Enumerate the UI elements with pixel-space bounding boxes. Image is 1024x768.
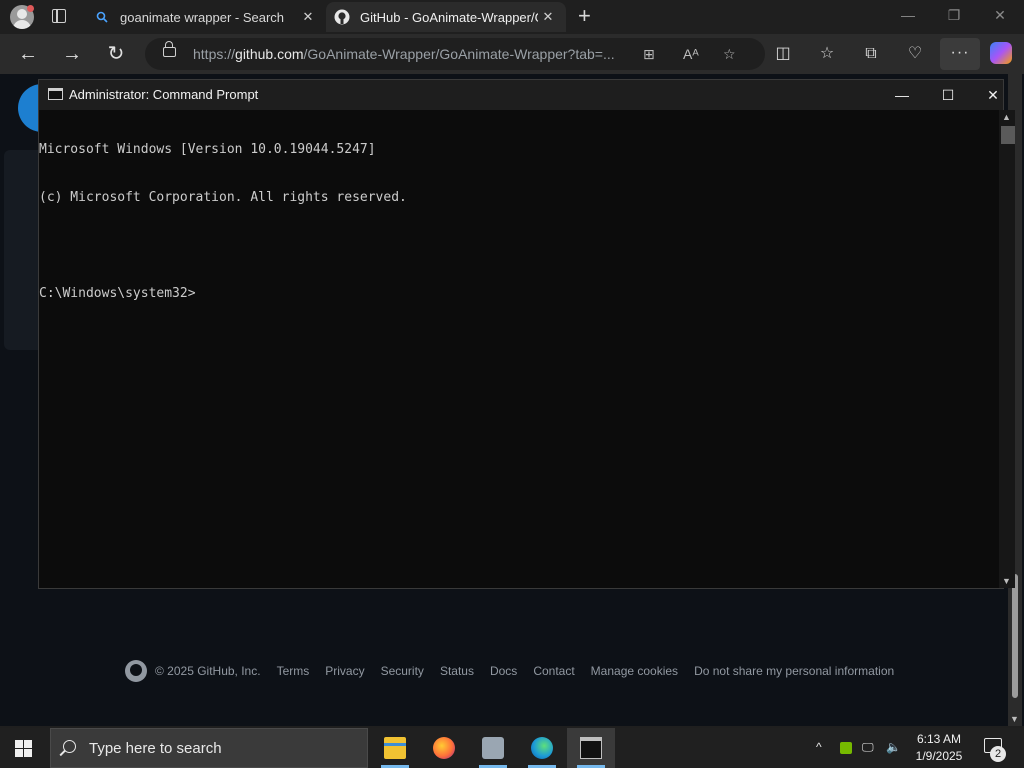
cmd-minimize-button[interactable]: — [889, 84, 915, 106]
scroll-down-icon[interactable]: ▼ [1010, 714, 1019, 724]
footer-link-do-not-share[interactable]: Do not share my personal information [694, 664, 894, 678]
terminal-icon [580, 737, 602, 759]
footer-link-manage-cookies[interactable]: Manage cookies [591, 664, 678, 678]
tab-search[interactable]: goanimate wrapper - Search ✕ [86, 2, 326, 32]
footer-link-docs[interactable]: Docs [490, 664, 517, 678]
cmd-title-bar[interactable]: Administrator: Command Prompt — ☐ ✕ [39, 80, 1003, 110]
scroll-down-icon[interactable]: ▼ [1002, 576, 1011, 586]
footer-link-terms[interactable]: Terms [277, 664, 310, 678]
cmd-close-button[interactable]: ✕ [980, 84, 1006, 106]
read-aloud-icon[interactable]: Aᴬ [683, 46, 699, 62]
footer-link-contact[interactable]: Contact [533, 664, 574, 678]
browser-tab-bar: goanimate wrapper - Search ✕ GitHub - Go… [0, 0, 1024, 34]
taskbar-file-explorer[interactable] [371, 728, 419, 768]
search-placeholder: Type here to search [89, 740, 222, 757]
show-hidden-icons-chevron-icon[interactable]: ^ [816, 740, 822, 754]
taskbar-command-prompt[interactable] [567, 728, 615, 768]
taskbar-search-box[interactable]: Type here to search [50, 728, 368, 768]
github-footer: © 2025 GitHub, Inc. Terms Privacy Securi… [125, 660, 910, 682]
close-tab-icon[interactable]: ✕ [538, 9, 558, 25]
close-tab-icon[interactable]: ✕ [298, 9, 318, 25]
scroll-up-icon[interactable]: ▲ [1002, 112, 1011, 122]
console-line: (c) Microsoft Corporation. All rights re… [39, 190, 407, 205]
cmd-maximize-button[interactable]: ☐ [935, 84, 961, 106]
taskbar-firefox[interactable] [420, 728, 468, 768]
address-url: https://github.com/GoAnimate-Wrapper/GoA… [193, 46, 615, 62]
add-favorite-icon[interactable]: ☆ [723, 46, 736, 63]
footer-link-status[interactable]: Status [440, 664, 474, 678]
clock-date: 1/9/2025 [915, 749, 963, 763]
close-window-button[interactable]: ✕ [990, 7, 1010, 24]
folder-icon [384, 737, 406, 759]
cmd-scrollbar-thumb[interactable] [1001, 126, 1015, 144]
lock-icon[interactable] [163, 41, 176, 57]
console-prompt[interactable]: C:\Windows\system32> [39, 286, 999, 302]
settings-more-button[interactable]: ··· [940, 38, 980, 70]
cmd-window-title: Administrator: Command Prompt [69, 87, 259, 102]
browser-toolbar: ← → ↻ https://github.com/GoAnimate-Wrapp… [0, 34, 1024, 74]
browser-health-icon[interactable]: ♡ [904, 43, 926, 65]
tab-github[interactable]: GitHub - GoAnimate-Wrapper/Gc ✕ [326, 2, 566, 32]
github-icon [334, 9, 350, 25]
tab-title: GitHub - GoAnimate-Wrapper/Gc [360, 9, 538, 25]
restore-window-button[interactable]: ❐ [944, 7, 964, 24]
cmd-scrollbar[interactable]: ▲ ▼ [999, 110, 1015, 588]
search-icon [94, 9, 110, 25]
footer-link-security[interactable]: Security [381, 664, 424, 678]
copilot-icon[interactable] [990, 42, 1012, 64]
favorites-icon[interactable]: ☆ [816, 43, 838, 65]
footer-link-privacy[interactable]: Privacy [325, 664, 364, 678]
forward-button[interactable]: → [60, 42, 84, 66]
tab-title: goanimate wrapper - Search [120, 9, 285, 25]
taskbar-clock[interactable]: 6:13 AM 1/9/2025 [908, 731, 970, 765]
refresh-button[interactable]: ↻ [104, 42, 128, 66]
github-logo-icon[interactable] [125, 660, 147, 682]
command-prompt-window[interactable]: Administrator: Command Prompt — ☐ ✕ Micr… [38, 79, 1015, 589]
firefox-icon [433, 737, 455, 759]
split-screen-icon[interactable]: ◫ [772, 43, 794, 65]
footer-copyright: © 2025 GitHub, Inc. [155, 664, 261, 678]
network-icon[interactable]: 🖵 [862, 740, 874, 755]
profile-notification-dot [27, 5, 34, 12]
taskbar: Type here to search ^ 🖵 🔈 6:13 AM 1/9/20… [0, 728, 1024, 768]
cmd-console[interactable]: Microsoft Windows [Version 10.0.19044.52… [39, 110, 999, 588]
tab-actions-icon[interactable] [52, 9, 66, 23]
app-available-icon[interactable]: ⊞ [643, 46, 655, 63]
notification-count-badge: 2 [990, 746, 1006, 762]
volume-muted-icon[interactable]: 🔈 [886, 740, 901, 754]
clock-time: 6:13 AM [916, 732, 962, 746]
console-line: Microsoft Windows [Version 10.0.19044.52… [39, 142, 376, 157]
minimize-window-button[interactable]: — [898, 7, 918, 23]
new-tab-button[interactable]: + [578, 5, 591, 27]
search-icon [63, 740, 76, 753]
address-bar[interactable]: https://github.com/GoAnimate-Wrapper/GoA… [145, 38, 765, 70]
back-button[interactable]: ← [16, 42, 40, 66]
computer-icon [482, 737, 504, 759]
taskbar-edge[interactable] [518, 728, 566, 768]
scrollbar-thumb[interactable] [1012, 574, 1018, 698]
start-button[interactable] [15, 740, 32, 757]
collections-icon[interactable]: ⧉ [860, 43, 882, 65]
edge-icon [531, 737, 553, 759]
cmd-app-icon[interactable] [48, 88, 63, 100]
nvidia-icon[interactable] [840, 742, 852, 754]
taskbar-windows-explorer[interactable] [469, 728, 517, 768]
